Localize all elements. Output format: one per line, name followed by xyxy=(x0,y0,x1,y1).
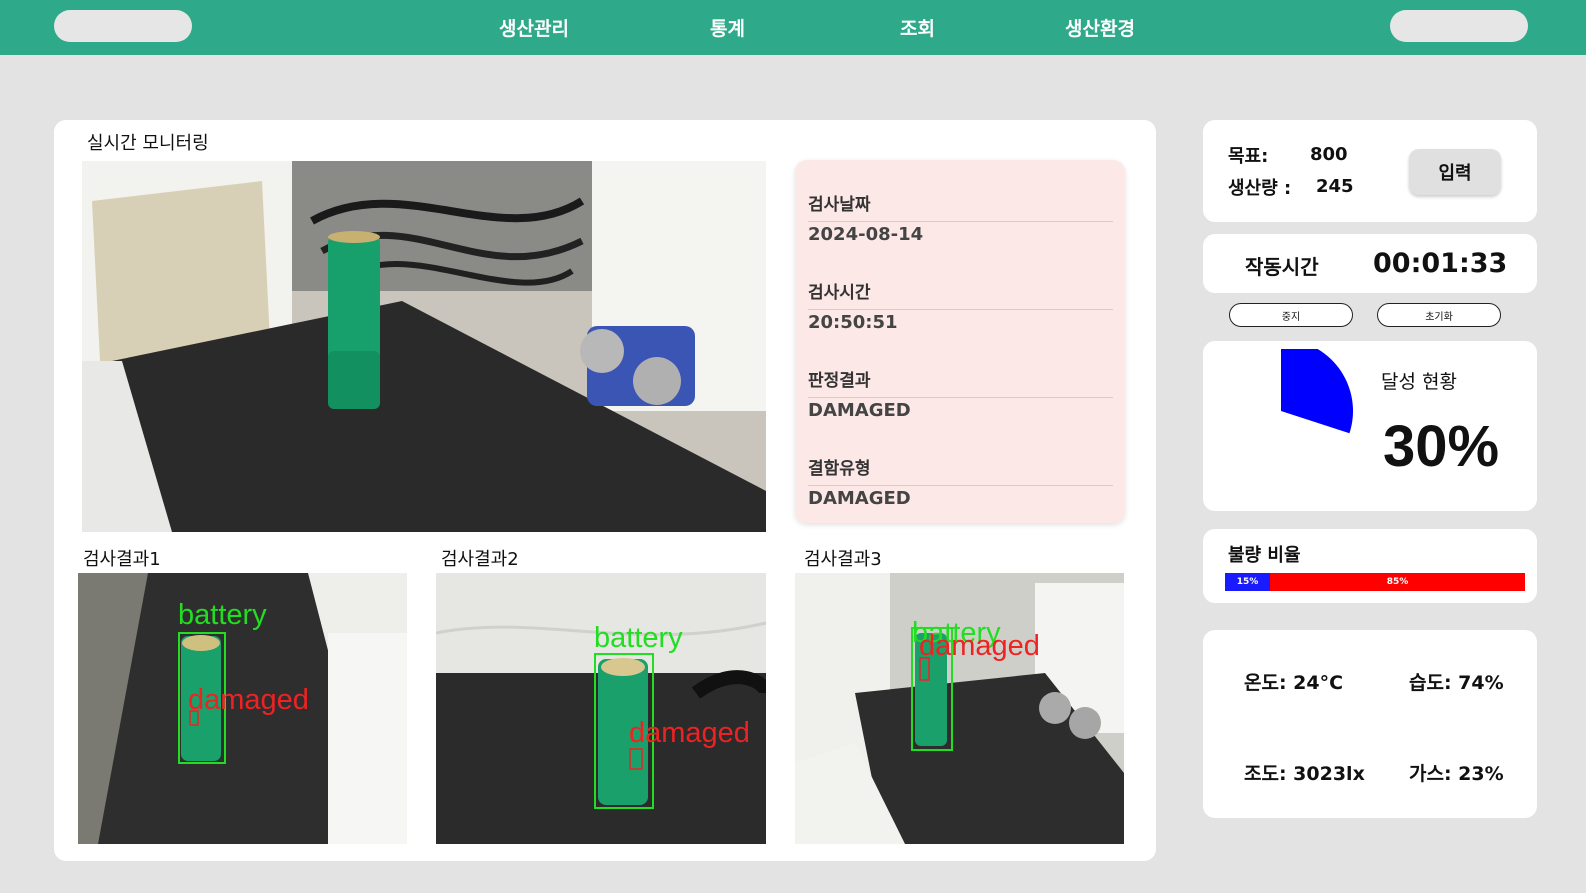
result-3-damaged-tag: damaged xyxy=(919,630,1040,662)
runtime-card: 작동시간 00:01:33 xyxy=(1203,234,1537,293)
humidity-reading: 습도: 74% xyxy=(1409,672,1504,694)
temperature-reading: 온도: 24°C xyxy=(1244,672,1344,694)
output-label: 생산량 : xyxy=(1228,178,1292,199)
stop-button[interactable]: 중지 xyxy=(1229,303,1353,327)
input-button[interactable]: 입력 xyxy=(1409,149,1501,195)
inspection-info-card: 검사날짜 2024-08-14 검사시간 20:50:51 판정결과 DAMAG… xyxy=(795,160,1125,523)
live-camera-feed xyxy=(82,161,766,532)
monitoring-title: 실시간 모니터링 xyxy=(87,133,209,154)
defect-ratio-label: 불량 비율 xyxy=(1228,545,1301,566)
inspection-time-label: 검사시간 xyxy=(808,278,1113,310)
result-2-damaged-tag: damaged xyxy=(629,717,750,749)
environment-card: 온도: 24°C 습도: 74% 조도: 3023lx 가스: 23% xyxy=(1203,630,1537,818)
top-nav-bar: 생산관리 통계 조회 생산환경 xyxy=(0,0,1586,55)
inspection-time-value: 20:50:51 xyxy=(808,312,898,333)
result-1-damaged-tag: damaged xyxy=(188,684,309,716)
verdict-value: DAMAGED xyxy=(808,400,911,421)
achievement-card: 달성 현황 30% xyxy=(1203,341,1537,511)
achievement-pie xyxy=(1281,349,1353,434)
illuminance-reading: 조도: 3023lx xyxy=(1244,763,1365,785)
defect-type-value: DAMAGED xyxy=(808,488,911,509)
good-ratio-segment: 15% xyxy=(1225,573,1270,591)
result-2-label: 검사결과2 xyxy=(441,549,519,570)
runtime-value: 00:01:33 xyxy=(1373,248,1508,279)
target-value: 800 xyxy=(1310,144,1348,165)
result-2-battery-tag: battery xyxy=(594,622,683,654)
nav-production-environment[interactable]: 생산환경 xyxy=(1065,14,1135,41)
target-label: 목표: xyxy=(1228,146,1269,167)
output-value: 245 xyxy=(1316,176,1354,197)
achievement-label: 달성 현황 xyxy=(1381,371,1457,393)
gas-reading: 가스: 23% xyxy=(1409,763,1504,785)
production-target-card: 목표: 800 생산량 : 245 입력 xyxy=(1203,120,1537,222)
inspection-date-label: 검사날짜 xyxy=(808,190,1113,222)
reset-button[interactable]: 초기화 xyxy=(1377,303,1501,327)
verdict-label: 판정결과 xyxy=(808,366,1113,398)
nav-lookup[interactable]: 조회 xyxy=(900,14,935,41)
defect-ratio-bar: 15% 85% xyxy=(1225,573,1525,591)
result-3-image xyxy=(795,573,1124,844)
achievement-pie-slice xyxy=(1281,349,1353,434)
nav-production-management[interactable]: 생산관리 xyxy=(499,14,569,41)
logo-placeholder[interactable] xyxy=(54,10,192,42)
defect-type-label: 결함유형 xyxy=(808,454,1113,486)
defect-ratio-card: 불량 비율 15% 85% xyxy=(1203,529,1537,603)
defect-ratio-segment: 85% xyxy=(1270,573,1525,591)
inspection-date-value: 2024-08-14 xyxy=(808,224,924,245)
runtime-label: 작동시간 xyxy=(1245,255,1319,279)
result-3-label: 검사결과3 xyxy=(804,549,882,570)
result-2-image xyxy=(436,573,766,844)
result-1-battery-tag: battery xyxy=(178,599,267,631)
achievement-percent: 30% xyxy=(1383,414,1500,479)
result-1-label: 검사결과1 xyxy=(83,549,161,570)
user-placeholder[interactable] xyxy=(1390,10,1528,42)
nav-statistics[interactable]: 통계 xyxy=(710,14,745,41)
